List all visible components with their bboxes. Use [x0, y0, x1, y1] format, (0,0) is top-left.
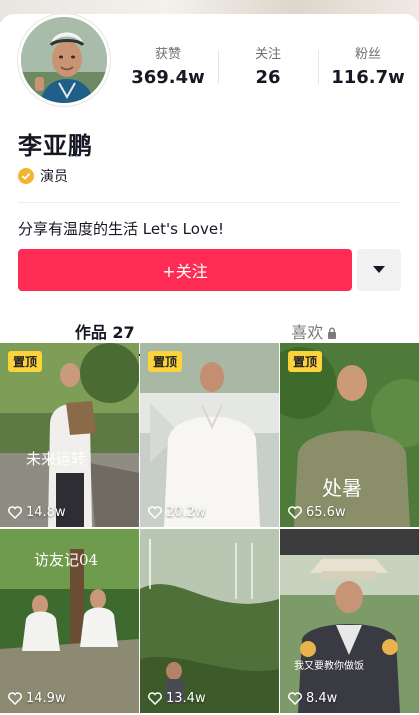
like-count-value: 14.8w: [26, 505, 66, 520]
verification-label: 演员: [40, 169, 68, 185]
stat-followers[interactable]: 粉丝 116.7w: [318, 46, 418, 94]
video-thumbnail[interactable]: 置顶 20.2w: [140, 343, 279, 527]
stat-value: 26: [255, 67, 281, 88]
stat-following[interactable]: 关注 26: [218, 46, 318, 94]
stat-label: 关注: [254, 47, 281, 62]
like-count: 65.6w: [288, 505, 346, 520]
profile-card: 获赞 369.4w 关注 26 粉丝 116.7w 李亚鹏 演员 分享有温度的生…: [0, 14, 419, 356]
stat-likes[interactable]: 获赞 369.4w: [118, 46, 218, 94]
bio-text: 分享有温度的生活 Let's Love!: [18, 220, 225, 238]
user-name: 李亚鹏: [18, 132, 93, 160]
video-thumbnail-image: [140, 529, 279, 713]
stats-bar: 获赞 369.4w 关注 26 粉丝 116.7w: [118, 46, 419, 94]
like-count: 8.4w: [288, 691, 337, 706]
verification-row: 演员: [18, 166, 68, 186]
video-thumbnail[interactable]: 13.4w: [140, 529, 279, 713]
like-count-value: 8.4w: [306, 691, 338, 706]
like-count: 13.4w: [148, 691, 206, 706]
video-caption: 处暑: [322, 476, 362, 500]
heart-icon: [288, 506, 302, 519]
video-thumbnail[interactable]: 我又要教你做饭 8.4w: [280, 529, 419, 713]
divider: [18, 202, 401, 203]
heart-icon: [148, 692, 162, 705]
like-count: 14.9w: [8, 691, 66, 706]
stat-label: 获赞: [154, 47, 181, 62]
like-count-value: 65.6w: [306, 505, 346, 520]
like-count-value: 14.9w: [26, 691, 66, 706]
like-count: 20.2w: [148, 505, 206, 520]
stat-value: 369.4w: [131, 67, 205, 88]
video-thumbnail-image: 访友记04: [0, 529, 139, 713]
lock-icon: [328, 327, 337, 339]
avatar[interactable]: [18, 14, 110, 106]
heart-icon: [288, 692, 302, 705]
heart-icon: [148, 506, 162, 519]
video-thumbnail[interactable]: 访友记04 14.9w: [0, 529, 139, 713]
more-options-button[interactable]: [357, 249, 401, 291]
tab-label: 作品 27: [74, 323, 135, 342]
like-count-value: 13.4w: [166, 691, 206, 706]
video-thumbnail[interactable]: 处暑 置顶 65.6w: [280, 343, 419, 527]
heart-icon: [8, 692, 22, 705]
like-count-value: 20.2w: [166, 505, 206, 520]
video-caption: 我又要教你做饭: [294, 659, 364, 672]
pinned-badge: 置顶: [148, 351, 183, 372]
stat-value: 116.7w: [331, 67, 405, 88]
pinned-badge: 置顶: [288, 351, 323, 372]
video-caption: 未来运转: [26, 450, 86, 468]
follow-button[interactable]: +关注: [18, 249, 352, 291]
video-grid: 未来运转 置顶 14.8w 置顶 20.2w 处暑 置顶 65.6w 访友记04…: [0, 343, 419, 713]
caret-down-icon: [373, 266, 385, 273]
tab-label: 喜欢: [291, 323, 324, 342]
pinned-badge: 置顶: [8, 351, 43, 372]
video-caption: 访友记04: [34, 551, 98, 569]
like-count: 14.8w: [8, 505, 66, 520]
video-thumbnail[interactable]: 未来运转 置顶 14.8w: [0, 343, 139, 527]
avatar-image: [21, 17, 107, 103]
verified-badge-icon: [18, 168, 34, 184]
video-thumbnail-image: 我又要教你做饭: [280, 529, 419, 713]
heart-icon: [8, 506, 22, 519]
stat-label: 粉丝: [354, 47, 381, 62]
